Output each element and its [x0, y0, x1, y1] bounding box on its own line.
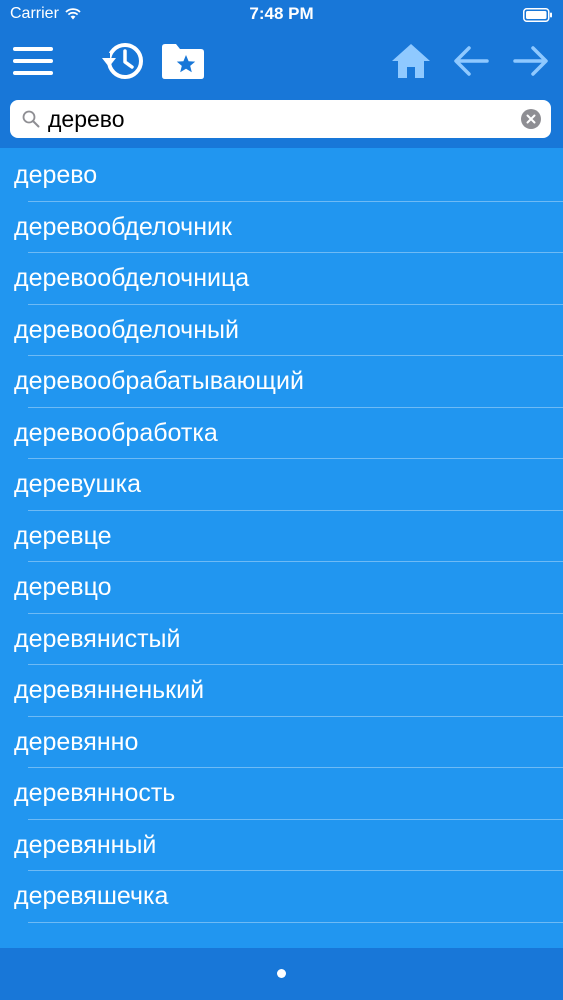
list-item[interactable]: деревянистый: [0, 614, 563, 666]
list-item[interactable]: деревушка: [0, 459, 563, 511]
list-item[interactable]: деревяшечка: [0, 871, 563, 923]
bookmarks-folder-icon: [162, 44, 204, 79]
home-button[interactable]: [386, 36, 436, 86]
toolbar: [0, 30, 563, 92]
list-item[interactable]: деревянненький: [0, 665, 563, 717]
menu-button[interactable]: [8, 36, 58, 86]
status-bar: Carrier 7:48 PM: [0, 0, 563, 30]
list-item[interactable]: деревообделочный: [0, 305, 563, 357]
list-item[interactable]: деревообрабатывающий: [0, 356, 563, 408]
forward-button[interactable]: [506, 36, 556, 86]
list-item[interactable]: деревообработка: [0, 408, 563, 460]
list-item[interactable]: дерево: [0, 150, 563, 202]
top-bar: Carrier 7:48 PM: [0, 0, 563, 148]
arrow-left-icon: [454, 46, 489, 76]
list-item[interactable]: деревянно: [0, 717, 563, 769]
list-item[interactable]: деревянность: [0, 768, 563, 820]
list-item[interactable]: деревянный: [0, 820, 563, 872]
search-input[interactable]: [46, 100, 508, 138]
history-icon: [100, 43, 143, 79]
clear-search-button[interactable]: [521, 109, 541, 129]
page-indicator: [277, 969, 286, 978]
arrow-right-icon: [513, 46, 548, 76]
search-bar: [10, 100, 551, 138]
results-list: дерево деревообделочник деревообделочниц…: [0, 150, 563, 948]
bottom-bar: [0, 948, 563, 1000]
close-icon: [526, 114, 536, 124]
list-item[interactable]: деревце: [0, 511, 563, 563]
back-button[interactable]: [446, 36, 496, 86]
list-item[interactable]: деревцо: [0, 562, 563, 614]
list-item[interactable]: деревообделочница: [0, 253, 563, 305]
search-icon: [22, 110, 40, 128]
menu-icon: [13, 47, 53, 75]
bookmarks-button[interactable]: [158, 36, 208, 86]
home-icon: [392, 44, 430, 78]
list-item[interactable]: деревообделочник: [0, 202, 563, 254]
battery-icon: [523, 8, 552, 22]
clock: 7:48 PM: [249, 4, 314, 23]
history-button[interactable]: [98, 36, 148, 86]
